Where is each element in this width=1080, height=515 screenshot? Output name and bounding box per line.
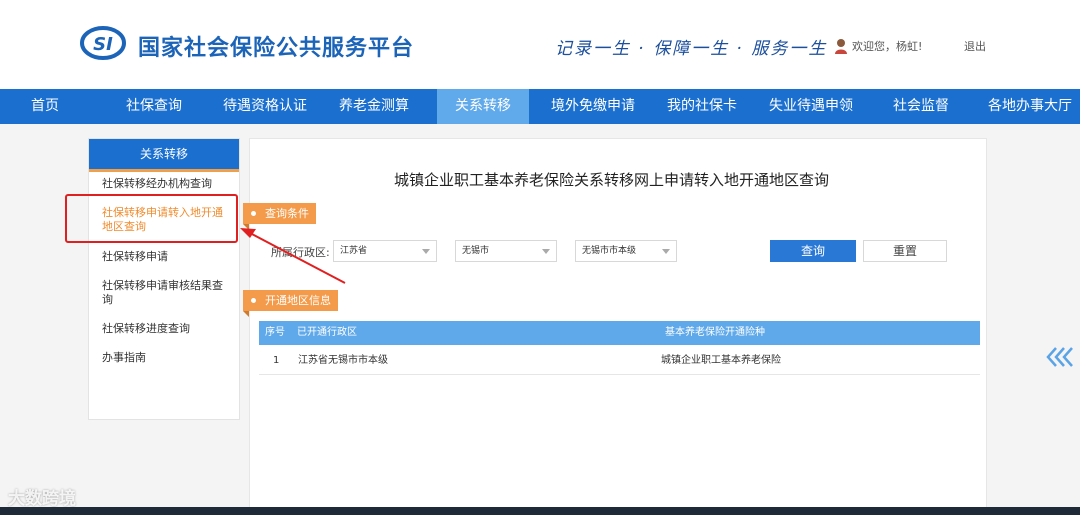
sidebar-item-transfer-apply[interactable]: 社保转移申请 xyxy=(102,250,232,264)
slogan: 记录一生 · 保障一生 · 服务一生 xyxy=(555,39,828,59)
sidebar: 关系转移 社保转移经办机构查询 社保转移申请转入地开通地区查询 社保转移申请 社… xyxy=(88,138,240,420)
logout-link[interactable]: 退出 xyxy=(964,38,986,54)
sidebar-item-agency-query[interactable]: 社保转移经办机构查询 xyxy=(102,177,232,191)
nav-home[interactable]: 首页 xyxy=(0,89,90,124)
province-select-value: 江苏省 xyxy=(340,246,368,256)
city-select[interactable]: 无锡市 xyxy=(455,240,557,262)
column-header-index: 序号 xyxy=(265,327,285,338)
column-header-region: 已开通行政区 xyxy=(297,327,357,338)
bullet-dot-icon xyxy=(251,211,256,216)
header: SI 国家社会保险公共服务平台 记录一生 · 保障一生 · 服务一生 欢迎您，杨… xyxy=(0,0,1080,89)
welcome-text: 欢迎您，杨虹! xyxy=(852,40,923,53)
nav-overseas-exemption[interactable]: 境外免缴申请 xyxy=(540,89,646,124)
cell-insurance-type: 城镇企业职工基本养老保险 xyxy=(661,355,781,366)
district-select-value: 无锡市市本级 xyxy=(582,246,637,256)
open-regions-tag: 开通地区信息 xyxy=(243,290,338,317)
nav-pension-calculator[interactable]: 养老金测算 xyxy=(326,89,422,124)
sidebar-item-guide[interactable]: 办事指南 xyxy=(102,351,232,365)
tag-fold-icon xyxy=(243,224,249,230)
nav-social-security-query[interactable]: 社保查询 xyxy=(108,89,200,124)
nav-relation-transfer[interactable]: 关系转移 xyxy=(437,89,529,124)
nav-social-supervision[interactable]: 社会监督 xyxy=(876,89,966,124)
highlight-box xyxy=(65,194,238,243)
region-filter-label: 所属行政区: xyxy=(271,246,330,259)
results-table-header: 序号 已开通行政区 基本养老保险开通险种 xyxy=(259,321,980,345)
open-regions-label: 开通地区信息 xyxy=(265,294,331,307)
province-select[interactable]: 江苏省 xyxy=(333,240,437,262)
chevron-down-icon xyxy=(422,249,430,254)
nav-eligibility-certification[interactable]: 待遇资格认证 xyxy=(212,89,318,124)
chevron-down-icon xyxy=(662,249,670,254)
social-insurance-logo-icon[interactable]: SI xyxy=(80,26,126,60)
sidebar-item-review-result[interactable]: 社保转移申请审核结果查询 xyxy=(102,279,232,307)
nav-local-service-halls[interactable]: 各地办事大厅 xyxy=(980,89,1080,124)
table-row: 1 江苏省无锡市市本级 城镇企业职工基本养老保险 xyxy=(259,347,980,375)
query-button[interactable]: 查询 xyxy=(770,240,856,262)
tag-fold-icon xyxy=(243,311,249,317)
nav-unemployment-benefits[interactable]: 失业待遇申领 xyxy=(758,89,864,124)
watermark: 大数跨境 xyxy=(8,489,76,509)
nav-my-social-card[interactable]: 我的社保卡 xyxy=(656,89,748,124)
main-nav: 首页 社保查询 待遇资格认证 养老金测算 关系转移 境外免缴申请 我的社保卡 失… xyxy=(0,89,1080,124)
column-header-insurance-type: 基本养老保险开通险种 xyxy=(665,327,765,338)
city-select-value: 无锡市 xyxy=(462,246,490,256)
page-title: 城镇企业职工基本养老保险关系转移网上申请转入地开通地区查询 xyxy=(394,171,830,189)
taskbar xyxy=(0,507,1080,515)
query-conditions-tag: 查询条件 xyxy=(243,203,316,230)
bullet-dot-icon xyxy=(251,298,256,303)
chevron-down-icon xyxy=(542,249,550,254)
double-chevron-left-icon[interactable] xyxy=(1046,346,1076,368)
svg-text:SI: SI xyxy=(93,34,113,55)
site-title[interactable]: 国家社会保险公共服务平台 xyxy=(138,30,414,62)
sidebar-item-progress-query[interactable]: 社保转移进度查询 xyxy=(102,322,232,336)
district-select[interactable]: 无锡市市本级 xyxy=(575,240,677,262)
cell-index: 1 xyxy=(273,355,280,366)
cell-region: 江苏省无锡市市本级 xyxy=(298,355,388,366)
query-conditions-label: 查询条件 xyxy=(265,207,309,220)
user-avatar-icon xyxy=(835,39,847,54)
sidebar-title: 关系转移 xyxy=(89,139,239,172)
reset-button[interactable]: 重置 xyxy=(863,240,947,262)
